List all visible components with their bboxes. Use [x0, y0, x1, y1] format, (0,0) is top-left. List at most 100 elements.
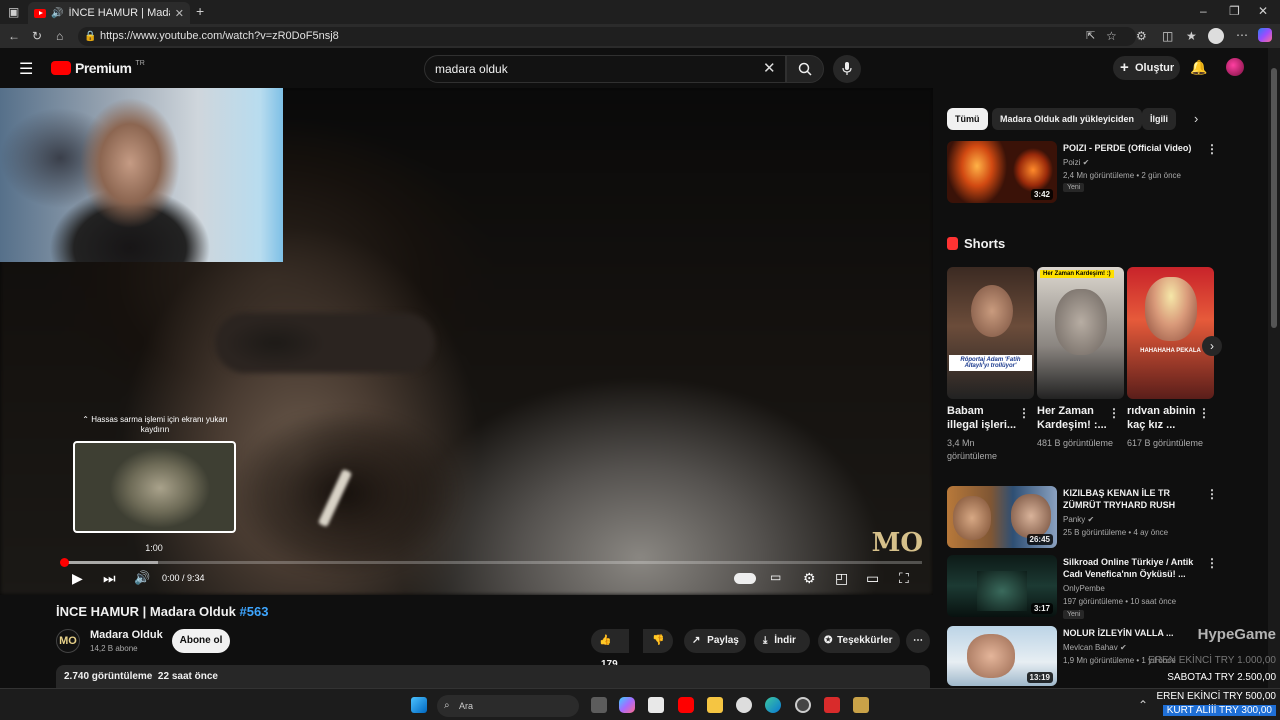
thumbnail-detail: [1055, 289, 1107, 355]
video-channel[interactable]: Mevlcan Bahav ✔: [1063, 642, 1127, 654]
video-channel[interactable]: OnlyPembe: [1063, 583, 1105, 595]
video-player[interactable]: MO ⌃ Hassas sarma işlemi için ekranı yuk…: [0, 88, 933, 595]
account-avatar[interactable]: [1226, 58, 1244, 76]
progress-scrubber-handle[interactable]: [60, 558, 69, 567]
progress-bar[interactable]: [64, 561, 922, 564]
play-icon[interactable]: ▶: [72, 570, 83, 587]
theater-mode-icon[interactable]: ▭: [866, 570, 879, 587]
short-title[interactable]: Her Zaman Kardeşim! :...: [1037, 404, 1107, 432]
shorts-next-icon[interactable]: ›: [1202, 336, 1222, 356]
more-actions-button[interactable]: ⋯: [906, 629, 930, 653]
chip-related[interactable]: İlgili: [1142, 108, 1176, 130]
volume-icon[interactable]: 🔊: [134, 570, 150, 586]
video-title-link[interactable]: Silkroad Online Türkiye / Antik Cadı Ven…: [1063, 556, 1203, 580]
page-scrollbar[interactable]: [1268, 48, 1280, 688]
fullscreen-icon[interactable]: ⛶: [899, 570, 909, 587]
logo-text: Premium: [75, 60, 132, 76]
video-thumbnail[interactable]: 3:17: [947, 555, 1057, 617]
chip-from-uploader[interactable]: Madara Olduk adlı yükleyiciden: [992, 108, 1143, 130]
minimize-icon[interactable]: –: [1200, 4, 1207, 18]
video-menu-icon[interactable]: ⋮: [1206, 487, 1218, 501]
channel-avatar[interactable]: MO: [56, 629, 80, 653]
file-explorer-icon[interactable]: [707, 697, 723, 713]
short-thumbnail[interactable]: HAHAHAHA PEKALA: [1127, 267, 1214, 399]
favorite-star-icon[interactable]: ☆: [1106, 27, 1117, 46]
maximize-icon[interactable]: ❐: [1229, 4, 1240, 18]
clear-search-icon[interactable]: ✕: [763, 56, 776, 82]
copilot-icon[interactable]: [1258, 28, 1272, 42]
chip-all[interactable]: Tümü: [947, 108, 988, 130]
scrollbar-thumb[interactable]: [1271, 68, 1277, 328]
home-icon[interactable]: ⌂: [56, 29, 63, 43]
subscribe-button[interactable]: Abone ol: [172, 629, 230, 653]
hamburger-menu-icon[interactable]: ☰: [19, 59, 33, 79]
chips-next-icon[interactable]: ›: [1194, 111, 1198, 126]
app-icon[interactable]: [824, 697, 840, 713]
address-bar[interactable]: 🔒 https://www.youtube.com/watch?v=zR0DoF…: [78, 27, 1136, 46]
video-hashtag[interactable]: #563: [240, 604, 269, 619]
lock-icon[interactable]: 🔒: [84, 27, 96, 46]
tab-close-icon[interactable]: ✕: [175, 7, 184, 20]
favorites-icon[interactable]: ★: [1186, 29, 1197, 43]
video-frame-detail: [215, 313, 435, 373]
youtube-app-icon[interactable]: [678, 697, 694, 713]
copilot-icon[interactable]: [619, 697, 635, 713]
video-title-link[interactable]: NOLUR İZLEYİN VALLA ...: [1063, 627, 1203, 639]
youtube-logo[interactable]: Premium TR: [51, 60, 145, 76]
refresh-icon[interactable]: ↻: [32, 29, 42, 43]
miniplayer-icon[interactable]: ◰: [835, 570, 848, 587]
video-thumbnail[interactable]: 3:42: [947, 141, 1057, 203]
menu-dots-icon[interactable]: ⋯: [1236, 28, 1248, 42]
short-thumbnail[interactable]: Her Zaman Kardeşim! :): [1037, 267, 1124, 399]
subtitles-icon[interactable]: ▭: [770, 570, 781, 584]
window-close-icon[interactable]: ✕: [1258, 4, 1268, 18]
video-menu-icon[interactable]: ⋮: [1206, 142, 1218, 156]
create-button[interactable]: + Oluştur: [1113, 56, 1180, 80]
store-icon[interactable]: [648, 697, 664, 713]
autoplay-toggle[interactable]: [734, 573, 756, 584]
speaker-icon[interactable]: 🔊: [51, 8, 63, 19]
video-channel[interactable]: Panky ✔: [1063, 514, 1094, 526]
music-icon[interactable]: [736, 697, 752, 713]
short-title[interactable]: Babam illegal işleri...: [947, 404, 1017, 432]
new-tab-icon[interactable]: +: [196, 3, 204, 19]
split-screen-icon[interactable]: ◫: [1162, 29, 1173, 43]
dislike-button[interactable]: 👎: [643, 629, 673, 653]
thanks-button[interactable]: ✪ Teşekkürler: [818, 629, 900, 653]
settings-gear-icon[interactable]: ⚙: [803, 570, 816, 587]
download-button[interactable]: ⤓ İndir: [754, 629, 810, 653]
short-title[interactable]: rıdvan abinin kaç kız ...: [1127, 404, 1197, 432]
extensions-icon[interactable]: ⚙: [1136, 29, 1147, 43]
browser-tab[interactable]: 🔊 İNCE HAMUR | Madara Olduk ✕: [28, 2, 190, 24]
video-title-link[interactable]: KIZILBAŞ KENAN İLE TR ZÜMRÜT TRYHARD RUS…: [1063, 487, 1203, 511]
short-thumbnail[interactable]: Röportaj Adam 'Fatih Altaylı'yı trollüyo…: [947, 267, 1034, 399]
search-input[interactable]: madara olduk ✕: [424, 55, 786, 83]
taskbar-search[interactable]: ⌕ Ara: [437, 695, 579, 717]
voice-search-button[interactable]: [833, 55, 861, 83]
tray-overflow-icon[interactable]: ⌃: [1138, 698, 1148, 712]
video-menu-icon[interactable]: ⋮: [1206, 556, 1218, 570]
like-button[interactable]: 👍 179: [591, 629, 629, 670]
back-icon[interactable]: ←: [8, 29, 20, 43]
search-button[interactable]: [786, 55, 824, 83]
channel-name[interactable]: Madara Olduk: [90, 629, 163, 641]
video-thumbnail[interactable]: 13:19: [947, 626, 1057, 686]
share-button[interactable]: ↗ Paylaş: [684, 629, 746, 653]
channel-watermark[interactable]: MO: [872, 528, 923, 558]
task-view-icon[interactable]: [591, 697, 607, 713]
open-in-app-icon[interactable]: ⇱: [1086, 27, 1095, 46]
short-menu-icon[interactable]: ⋮: [1018, 406, 1030, 420]
start-icon[interactable]: [411, 697, 427, 713]
edge-icon[interactable]: [765, 697, 781, 713]
video-channel[interactable]: Poizi ✔: [1063, 157, 1089, 169]
notifications-bell-icon[interactable]: 🔔: [1190, 59, 1207, 76]
short-menu-icon[interactable]: ⋮: [1198, 406, 1210, 420]
short-menu-icon[interactable]: ⋮: [1108, 406, 1120, 420]
video-title-link[interactable]: POIZI - PERDE (Official Video): [1063, 142, 1203, 154]
app-icon[interactable]: [853, 697, 869, 713]
profile-avatar[interactable]: [1208, 28, 1224, 44]
chatgpt-icon[interactable]: [795, 697, 811, 713]
video-thumbnail[interactable]: 26:45: [947, 486, 1057, 548]
next-icon[interactable]: ⏭: [103, 570, 116, 587]
tab-actions-icon[interactable]: ▣: [8, 5, 19, 19]
